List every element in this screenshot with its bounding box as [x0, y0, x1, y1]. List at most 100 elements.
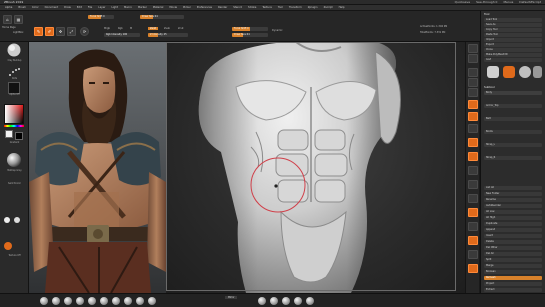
edit-button[interactable]: ✎ [34, 27, 43, 36]
extra-ball-5-icon[interactable] [306, 297, 314, 305]
draw-button[interactable]: ✐ [45, 27, 54, 36]
hue-strip[interactable] [4, 125, 24, 127]
menu-transform[interactable]: Transform [287, 5, 304, 11]
subtool-belt[interactable]: Belt [484, 117, 542, 121]
brush-standard-icon[interactable] [40, 297, 48, 305]
extra-button-1[interactable] [468, 250, 478, 259]
secondary-color-swatch[interactable] [15, 132, 23, 140]
menu-render[interactable]: Render [216, 5, 229, 11]
zadd-toggle[interactable]: Zadd [148, 27, 159, 30]
extra-ball-4-icon[interactable] [294, 297, 302, 305]
paste-tool-button[interactable]: Paste Tool [484, 33, 542, 37]
all-low-button[interactable]: All Low [484, 210, 542, 214]
load-tool-button[interactable]: Load Tool [484, 18, 542, 22]
texture-toggle-icon[interactable] [4, 242, 12, 250]
append-button[interactable]: Append [484, 228, 542, 232]
menu-file[interactable]: File [86, 5, 94, 11]
subtool-armor[interactable]: Armor_Top [484, 104, 542, 108]
export-button[interactable]: Export [484, 43, 542, 47]
menu-texture[interactable]: Texture [260, 5, 274, 11]
boolean-button[interactable]: Boolean [484, 270, 542, 274]
lightbulb-icon[interactable] [4, 217, 10, 223]
tool-thumb-2[interactable] [503, 66, 515, 78]
floor-button[interactable] [468, 112, 478, 121]
move-button[interactable]: ✥ [56, 27, 65, 36]
brush-move-icon[interactable] [52, 297, 60, 305]
extra-ball-2-icon[interactable] [270, 297, 278, 305]
brush-claybuildup-icon[interactable] [64, 297, 72, 305]
menu-draw[interactable]: Draw [62, 5, 73, 11]
brush-smooth-icon[interactable] [136, 297, 144, 305]
menu-color[interactable]: Color [30, 5, 41, 11]
brush-hpolish-icon[interactable] [88, 297, 96, 305]
brush-snakehook-icon[interactable] [148, 297, 156, 305]
lightbox-button[interactable]: ▦ [14, 15, 23, 24]
frame-button[interactable] [468, 138, 478, 147]
menu-zplugin[interactable]: Zplugin [306, 5, 320, 11]
zoom-button[interactable] [468, 78, 478, 87]
menu-help[interactable]: Help [337, 5, 347, 11]
material-thumbnail[interactable] [5, 152, 23, 168]
focal-shift-slider[interactable]: Focal Shift 0 [88, 15, 114, 19]
m-toggle[interactable]: M [130, 27, 132, 30]
persp-button[interactable] [468, 100, 478, 109]
remesh-button[interactable]: Remesh [484, 276, 542, 280]
insert-button[interactable]: Insert [484, 234, 542, 238]
copy-tool-button[interactable]: Copy Tool [484, 28, 542, 32]
menu-document[interactable]: Document [43, 5, 60, 11]
subtool-strap-l[interactable]: Strap_L [484, 143, 542, 147]
rgb-intensity-slider[interactable]: Rgb Intensity 100 [104, 33, 140, 37]
color-picker[interactable] [4, 104, 24, 124]
draw-size-2-slider[interactable]: Draw Size 64 [232, 33, 268, 37]
scale-button[interactable]: ⤢ [67, 27, 76, 36]
delete-button[interactable]: Delete [484, 240, 542, 244]
split-button[interactable]: Split [484, 258, 542, 262]
del-other-button[interactable]: Del Other [484, 246, 542, 250]
rotate-button[interactable]: ⟳ [80, 27, 89, 36]
z-intensity-slider[interactable]: Z Intensity 25 [148, 33, 188, 37]
zsub-toggle[interactable]: Zsub [164, 27, 170, 30]
extra-ball-3-icon[interactable] [282, 297, 290, 305]
solo-button[interactable] [468, 222, 478, 231]
zoom3d-button[interactable] [468, 166, 478, 175]
actual-button[interactable] [468, 88, 478, 97]
autoreorder-button[interactable]: AutoReorder [484, 204, 542, 208]
merge-button[interactable]: Merge [484, 264, 542, 268]
menu-material[interactable]: Material [151, 5, 166, 11]
del-all-button[interactable]: Del All [484, 252, 542, 256]
extract-button[interactable]: Extract [484, 288, 542, 292]
rotate-view-button[interactable] [468, 180, 478, 189]
tool-thumb-1[interactable] [487, 66, 499, 78]
main-color-swatch[interactable] [5, 130, 13, 138]
menu-layer[interactable]: Layer [96, 5, 107, 11]
extra-ball-1-icon[interactable] [258, 297, 266, 305]
tool-thumb-4[interactable] [533, 66, 542, 78]
move-view-button[interactable] [468, 152, 478, 161]
mrgb-toggle[interactable]: Mrgb [104, 27, 110, 30]
brush-pinch-icon[interactable] [124, 297, 132, 305]
xpose-button[interactable] [468, 236, 478, 245]
menu-alpha[interactable]: Alpha [3, 5, 14, 11]
menu-picker[interactable]: Picker [181, 5, 193, 11]
project-button[interactable]: Project [484, 282, 542, 286]
transp-button[interactable] [468, 208, 478, 217]
scroll-button[interactable] [468, 68, 478, 77]
make-polymesh-button[interactable]: Make PolyMesh3D [484, 53, 542, 57]
goz-button[interactable]: GoZ [484, 58, 542, 62]
home-page-button[interactable]: ⌂ [3, 15, 12, 24]
brush-thumbnail[interactable] [5, 42, 23, 58]
mirror-button[interactable]: Mirror [225, 296, 238, 299]
draw-size-slider[interactable]: Draw Size 64 [140, 15, 184, 19]
local-button[interactable] [468, 124, 478, 133]
subtool-boots[interactable]: Boots [484, 130, 542, 134]
save-as-button[interactable]: Save As [484, 23, 542, 27]
menu-light[interactable]: Light [109, 5, 119, 11]
menu-tool[interactable]: Tool [276, 5, 285, 11]
menu-stencil[interactable]: Stencil [231, 5, 244, 11]
rgb-toggle[interactable]: Rgb [118, 27, 123, 30]
subtool-strap-r[interactable]: Strap_R [484, 156, 542, 160]
brush-inflat-icon[interactable] [112, 297, 120, 305]
import-button[interactable]: Import [484, 38, 542, 42]
spix-button[interactable] [468, 54, 478, 63]
extra-button-2[interactable] [468, 264, 478, 273]
